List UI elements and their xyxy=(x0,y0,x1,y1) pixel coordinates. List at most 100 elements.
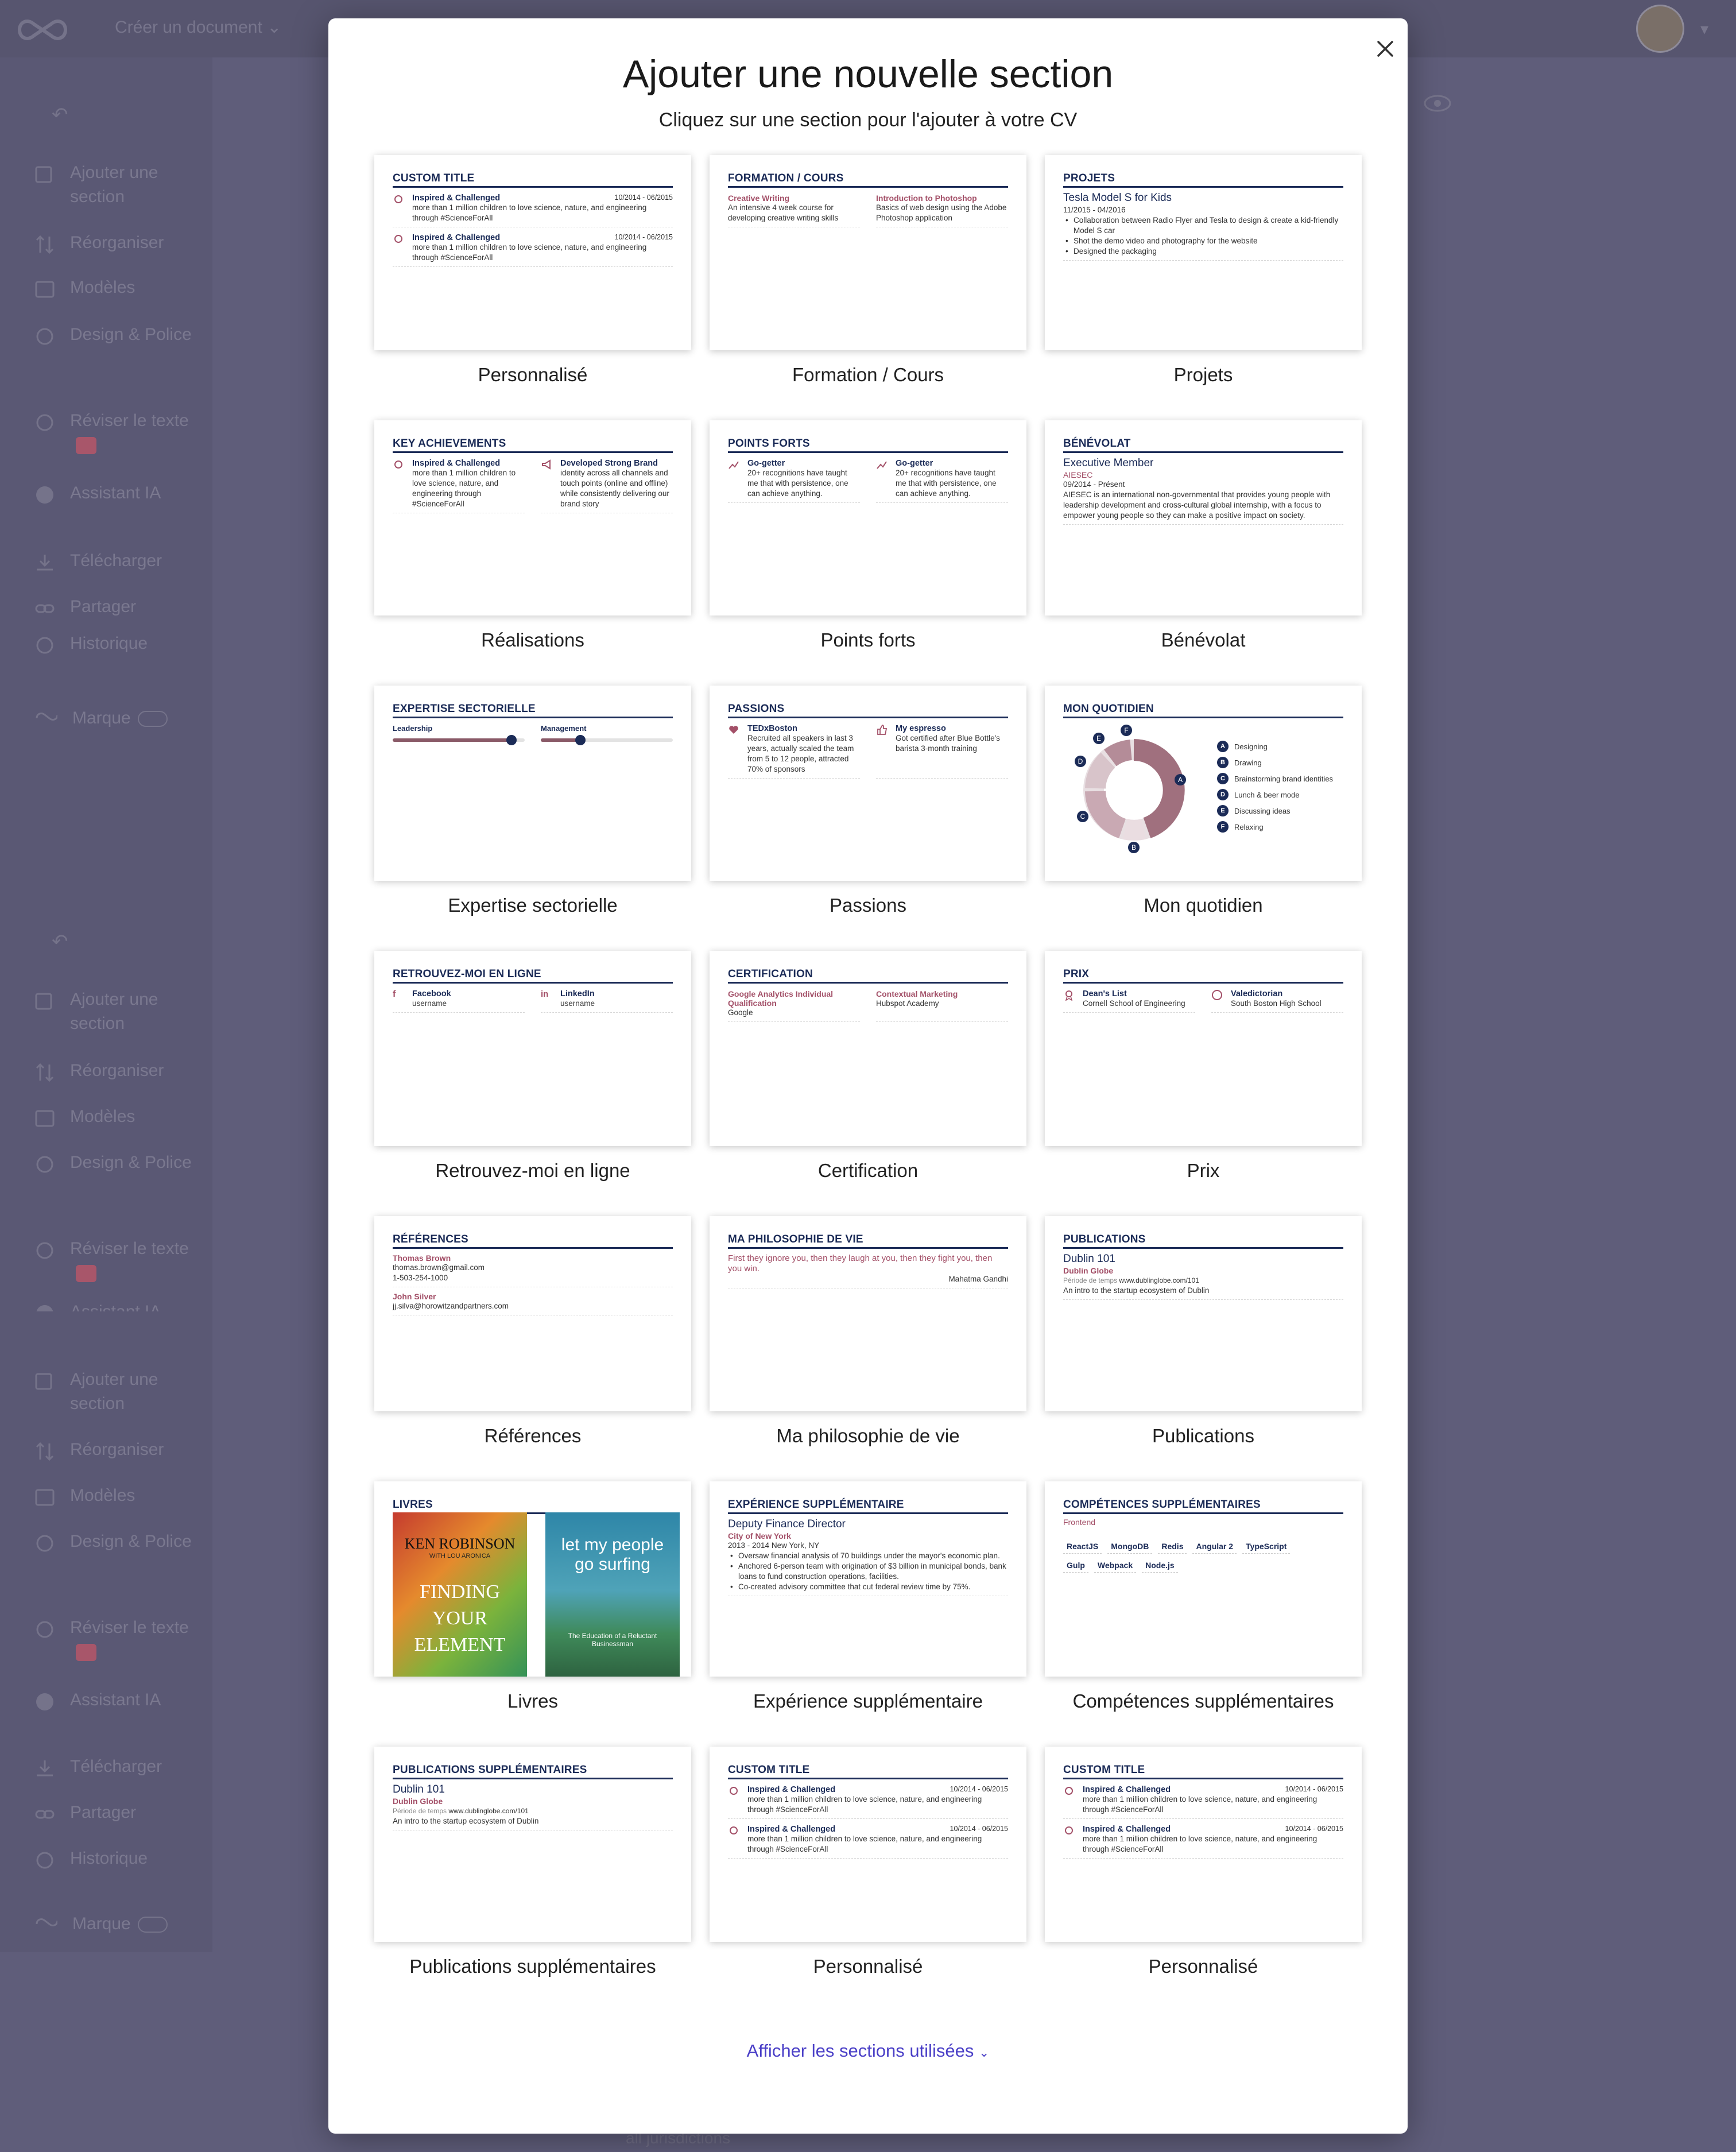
section-card-custom[interactable]: CUSTOM TITLE Inspired & Challenged 10/201… xyxy=(374,155,691,401)
app-logo[interactable] xyxy=(14,13,71,47)
item-text: identity across all channels and touch p… xyxy=(560,469,669,508)
section-preview: CUSTOM TITLE Inspired & Challenged 10/201… xyxy=(1045,1747,1362,1942)
palette-icon xyxy=(36,328,53,345)
book-cover: KEN ROBINSON WITH LOU ARONICA FINDING YO… xyxy=(393,1512,527,1677)
preview-heading: FORMATION / COURS xyxy=(728,172,1008,188)
item-text: An intensive 4 week course for developin… xyxy=(728,203,839,222)
skill-chip: ReactJS xyxy=(1063,1539,1102,1554)
legend-label: Lunch & beer mode xyxy=(1234,790,1300,799)
section-card-expertise[interactable]: EXPERTISE SECTORIELLE Leadership Manageme… xyxy=(374,686,691,931)
sidebar-item-design[interactable]: Design & Police xyxy=(34,1530,207,1554)
section-card-my-day[interactable]: MON QUOTIDIEN A B C D E F A Designing B … xyxy=(1045,686,1362,931)
template-icon xyxy=(35,1110,55,1127)
sidebar-item-review[interactable]: Réviser le texte xyxy=(34,1237,207,1285)
show-used-sections-button[interactable]: Afficher les sections utilisées ⌄ xyxy=(328,2041,1408,2061)
section-card-label: Expertise sectorielle xyxy=(448,895,618,916)
item-title: Thomas Brown xyxy=(393,1253,451,1263)
section-card-achievements[interactable]: KEY ACHIEVEMENTS Inspired & Challenged mo… xyxy=(374,420,691,666)
preview-heading: CUSTOM TITLE xyxy=(393,172,673,188)
sidebar-item-templates[interactable]: Modèles xyxy=(34,1105,207,1129)
sidebar-item-download[interactable]: Télécharger xyxy=(34,1755,207,1779)
brand-icon xyxy=(36,1918,57,1926)
sidebar-item-add-section[interactable]: Ajouter une section xyxy=(34,161,207,209)
preview-heading: EXPERTISE SECTORIELLE xyxy=(393,703,673,718)
svg-text:F: F xyxy=(1124,726,1128,734)
sidebar-item-share[interactable]: Partager xyxy=(34,1801,207,1825)
sidebar-item-history[interactable]: Historique xyxy=(34,632,207,656)
section-card-online[interactable]: RETROUVEZ-MOI EN LIGNE f Facebook username… xyxy=(374,951,691,1197)
sidebar-item-brand[interactable]: Marque xyxy=(34,706,207,730)
section-card-passions[interactable]: PASSIONS TEDxBoston Recruited all speaker… xyxy=(710,686,1026,931)
preview-heading: CERTIFICATION xyxy=(728,968,1008,984)
preview-heading: PASSIONS xyxy=(728,703,1008,718)
sidebar-ghost: Historique Marque ↶ Ajouter une section … xyxy=(0,632,212,1837)
download-icon xyxy=(37,555,53,571)
sidebar-item-ai[interactable]: Assistant IA xyxy=(34,481,207,505)
trend-icon xyxy=(877,461,887,469)
skill-chip: Webpack xyxy=(1094,1558,1137,1573)
item-phone: 1-503-254-1000 xyxy=(393,1274,448,1282)
sidebar-item-ai[interactable]: Assistant IA xyxy=(34,1688,207,1712)
sidebar-item-history[interactable]: Historique xyxy=(34,1847,207,1871)
avatar[interactable] xyxy=(1636,5,1684,53)
chevron-down-icon[interactable]: ▾ xyxy=(1700,20,1708,38)
undo-icon[interactable]: ↶ xyxy=(52,103,68,126)
item-title: John Silver xyxy=(393,1292,436,1301)
section-card-extra-publications[interactable]: PUBLICATIONS SUPPLÉMENTAIRES Dublin 101 D… xyxy=(374,1747,691,1992)
sidebar-item-templates[interactable]: Modèles xyxy=(34,276,207,300)
preview-heading: PUBLICATIONS xyxy=(1063,1233,1343,1249)
section-card-awards[interactable]: PRIX Dean's List Cornell School of Engine… xyxy=(1045,951,1362,1197)
sidebar-item-label: Modèles xyxy=(70,1107,135,1126)
brand-toggle[interactable] xyxy=(137,1917,168,1933)
sidebar-item-share[interactable]: Partager xyxy=(34,595,207,619)
item-date: 11/2015 - 04/2016 xyxy=(1063,206,1126,214)
section-card-label: Retrouvez-moi en ligne xyxy=(435,1160,630,1181)
robot-icon xyxy=(36,1693,53,1710)
undo-icon[interactable]: ↶ xyxy=(52,930,68,953)
section-card-extra-experience[interactable]: EXPÉRIENCE SUPPLÉMENTAIRE Deputy Finance… xyxy=(710,1481,1026,1727)
badge xyxy=(76,437,96,455)
sidebar-item-reorder[interactable]: Réorganiser xyxy=(34,1438,207,1462)
sidebar-item-design[interactable]: Design & Police xyxy=(34,1151,207,1175)
section-card-books[interactable]: LIVRES KEN ROBINSON WITH LOU ARONICA FIN… xyxy=(374,1481,691,1727)
section-card-certification[interactable]: CERTIFICATION Google Analytics Individua… xyxy=(710,951,1026,1197)
legend-label: Brainstorming brand identities xyxy=(1234,774,1333,783)
section-preview: RETROUVEZ-MOI EN LIGNE f Facebook username… xyxy=(374,951,691,1146)
item-title: Go-getter xyxy=(747,459,785,468)
sidebar-item-design[interactable]: Design & Police xyxy=(34,323,207,347)
section-card-courses[interactable]: FORMATION / COURS Creative Writing An int… xyxy=(710,155,1026,401)
sidebar-item-reorder[interactable]: Réorganiser xyxy=(34,231,207,255)
section-card-custom[interactable]: CUSTOM TITLE Inspired & Challenged 10/201… xyxy=(1045,1747,1362,1992)
sidebar-item-add-section[interactable]: Ajouter une section xyxy=(34,1368,207,1416)
create-document-menu[interactable]: Créer un document ⌄ xyxy=(115,17,281,37)
item-title: Tesla Model S for Kids xyxy=(1063,192,1172,204)
sidebar-item-label: Réviser le texte xyxy=(70,1618,189,1637)
section-card-strengths[interactable]: POINTS FORTS Go-getter 20+ recognitions h… xyxy=(710,420,1026,666)
sidebar-item-reorder[interactable]: Réorganiser xyxy=(34,1059,207,1083)
preview-heading: EXPÉRIENCE SUPPLÉMENTAIRE xyxy=(728,1499,1008,1514)
section-card-extra-skills[interactable]: COMPÉTENCES SUPPLÉMENTAIRES Frontend Rea… xyxy=(1045,1481,1362,1727)
sidebar-item-review[interactable]: Réviser le texte xyxy=(34,1616,207,1664)
section-card-projects[interactable]: PROJETS Tesla Model S for Kids 11/2015 -… xyxy=(1045,155,1362,401)
item-text: username xyxy=(560,999,595,1008)
sidebar-item-review[interactable]: Réviser le texte xyxy=(34,409,207,457)
section-card-label: Réalisations xyxy=(481,629,584,651)
sidebar-item-add-section[interactable]: Ajouter une section xyxy=(34,988,207,1036)
sidebar-item-label: Design & Police xyxy=(70,325,192,344)
preview-eye-icon[interactable] xyxy=(1423,92,1452,115)
section-card-label: Publications supplémentaires xyxy=(409,1956,656,1977)
sidebar-item-ai[interactable]: Assistant IA xyxy=(34,1300,207,1311)
section-card-references[interactable]: RÉFÉRENCES Thomas Brown thomas.brown@gmai… xyxy=(374,1216,691,1462)
sidebar-item-label: Réorganiser xyxy=(70,1061,164,1080)
link-icon xyxy=(35,1810,55,1819)
skill-chip: TypeScript xyxy=(1242,1539,1291,1554)
section-card-volunteering[interactable]: BÉNÉVOLAT Executive Member AIESEC 09/201… xyxy=(1045,420,1362,666)
section-card-publications[interactable]: PUBLICATIONS Dublin 101 Dublin Globe Pério… xyxy=(1045,1216,1362,1462)
section-card-custom[interactable]: CUSTOM TITLE Inspired & Challenged 10/201… xyxy=(710,1747,1026,1992)
sidebar-item-download[interactable]: Télécharger xyxy=(34,549,207,573)
brand-toggle[interactable] xyxy=(137,711,168,727)
sidebar-item-templates[interactable]: Modèles xyxy=(34,1484,207,1508)
sidebar-item-brand[interactable]: Marque xyxy=(34,1912,207,1936)
item-text: more than 1 million children to love sci… xyxy=(412,203,647,222)
section-card-philosophy[interactable]: MA PHILOSOPHIE DE VIE First they ignore … xyxy=(710,1216,1026,1462)
